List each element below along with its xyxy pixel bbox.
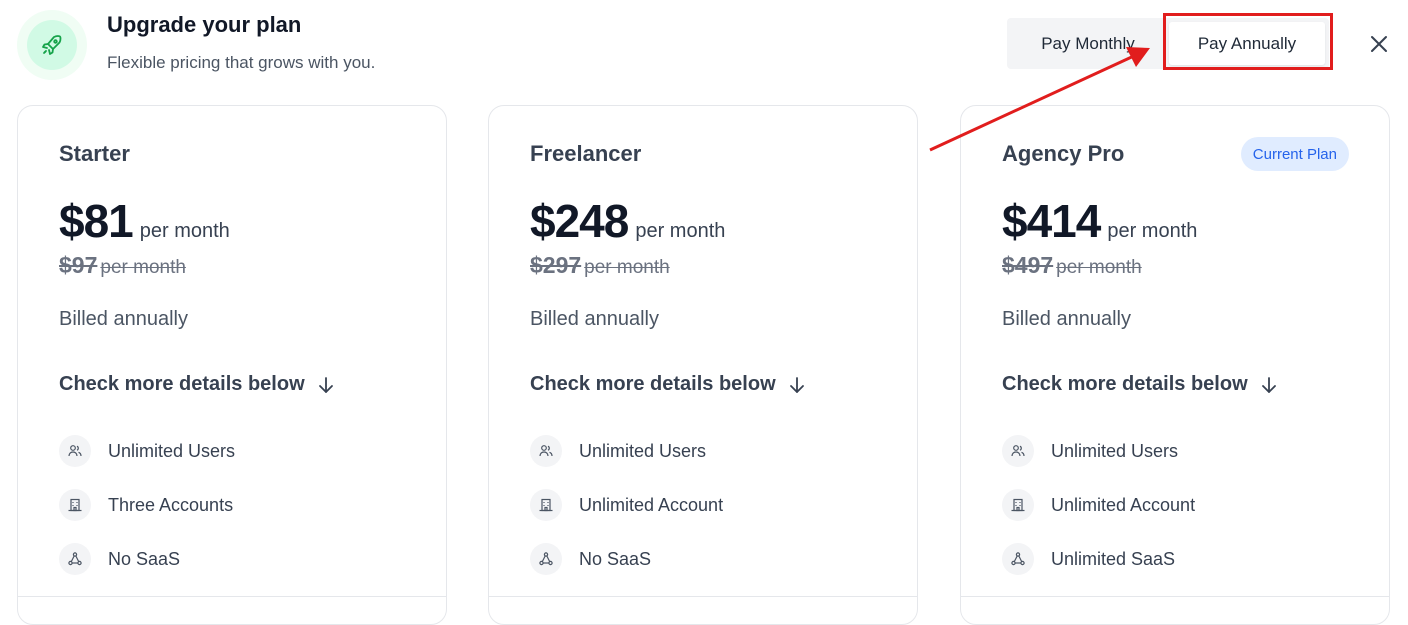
pay-monthly-button[interactable]: Pay Monthly bbox=[1007, 18, 1169, 69]
arrow-down-icon bbox=[1260, 376, 1278, 394]
old-price: $297 per month bbox=[530, 252, 670, 278]
billing-note: Billed annually bbox=[530, 308, 659, 330]
feature-item: Unlimited Users bbox=[530, 435, 706, 467]
plan-price: $81 bbox=[59, 195, 134, 247]
plan-name: Starter bbox=[59, 141, 130, 166]
users-icon bbox=[1002, 435, 1034, 467]
feature-item: No SaaS bbox=[530, 543, 651, 575]
users-icon bbox=[530, 435, 562, 467]
card-divider bbox=[18, 596, 446, 597]
old-price: $497 per month bbox=[1002, 252, 1142, 278]
check-details-link[interactable]: Check more details below bbox=[1002, 373, 1278, 396]
building-icon bbox=[1002, 489, 1034, 521]
logo bbox=[17, 10, 87, 80]
network-icon bbox=[1002, 543, 1034, 575]
pay-annually-button[interactable]: Pay Annually bbox=[1169, 22, 1325, 65]
plan-price: $414 bbox=[1002, 195, 1101, 247]
arrow-down-icon bbox=[788, 376, 806, 394]
feature-item: No SaaS bbox=[59, 543, 180, 575]
rocket-icon bbox=[42, 35, 62, 55]
old-price: $97 per month bbox=[59, 252, 186, 278]
card-divider bbox=[961, 596, 1389, 597]
billing-note: Billed annually bbox=[59, 308, 188, 330]
plan-card-starter: Starter $81 per month $97 per month Bill… bbox=[17, 105, 447, 625]
current-plan-badge: Current Plan bbox=[1240, 137, 1349, 171]
billing-note: Billed annually bbox=[1002, 308, 1131, 330]
feature-item: Unlimited Users bbox=[59, 435, 235, 467]
plan-card-agency-pro: Agency Pro Current Plan $414 per month $… bbox=[960, 105, 1390, 625]
check-details-link[interactable]: Check more details below bbox=[59, 373, 335, 396]
plan-name: Agency Pro bbox=[1002, 141, 1125, 166]
feature-item: Unlimited Account bbox=[1002, 489, 1195, 521]
network-icon bbox=[530, 543, 562, 575]
billing-toggle: Pay Monthly Pay Annually bbox=[1007, 18, 1329, 69]
plan-period: per month bbox=[635, 220, 726, 242]
building-icon bbox=[59, 489, 91, 521]
check-details-link[interactable]: Check more details below bbox=[530, 373, 806, 396]
page-title: Upgrade your plan bbox=[107, 12, 302, 37]
arrow-down-icon bbox=[317, 376, 335, 394]
feature-item: Three Accounts bbox=[59, 489, 233, 521]
feature-item: Unlimited SaaS bbox=[1002, 543, 1175, 575]
page-subtitle: Flexible pricing that grows with you. bbox=[107, 53, 376, 72]
close-button[interactable] bbox=[1366, 31, 1392, 57]
card-divider bbox=[489, 596, 917, 597]
close-icon bbox=[1371, 36, 1387, 52]
plan-price: $248 bbox=[530, 195, 629, 247]
plan-period: per month bbox=[139, 220, 230, 242]
feature-item: Unlimited Account bbox=[530, 489, 723, 521]
network-icon bbox=[59, 543, 91, 575]
building-icon bbox=[530, 489, 562, 521]
feature-item: Unlimited Users bbox=[1002, 435, 1178, 467]
users-icon bbox=[59, 435, 91, 467]
modal-header: Upgrade your plan Flexible pricing that … bbox=[0, 0, 1408, 100]
plan-name: Freelancer bbox=[530, 141, 642, 166]
plan-card-freelancer: Freelancer $248 per month $297 per month… bbox=[488, 105, 918, 625]
plan-period: per month bbox=[1107, 220, 1198, 242]
